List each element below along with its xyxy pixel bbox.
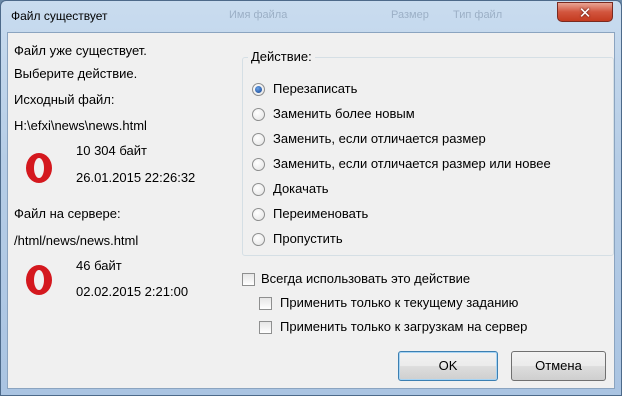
action-option-label[interactable]: Пропустить (273, 231, 343, 246)
cancel-button[interactable]: Отмена (511, 351, 606, 381)
current-task-label[interactable]: Применить только к текущему заданию (280, 295, 518, 310)
current-task-checkbox[interactable] (259, 297, 272, 310)
ok-button[interactable]: OK (398, 351, 498, 381)
server-size: 46 байт (76, 258, 122, 273)
opera-icon (26, 265, 52, 295)
action-option-label[interactable]: Заменить, если отличается размер или нов… (273, 156, 551, 171)
background-column-type: Тип файл (453, 9, 503, 21)
window-title: Файл существует (11, 9, 108, 23)
message-line-1: Файл уже существует. (14, 43, 147, 58)
radio-button[interactable] (252, 83, 265, 96)
background-column-name: Имя файла (229, 9, 288, 21)
radio-button[interactable] (252, 233, 265, 246)
opera-icon (26, 153, 52, 183)
radio-button[interactable] (252, 108, 265, 121)
dialog-client: Файл уже существует. Выберите действие. … (7, 32, 615, 389)
background-column-size: Размер (391, 9, 429, 21)
uploads-label[interactable]: Применить только к загрузкам на сервер (280, 319, 527, 334)
action-option-label[interactable]: Заменить более новым (273, 106, 415, 121)
source-heading: Исходный файл: (14, 92, 115, 107)
action-group-title: Действие: (248, 49, 315, 64)
source-date: 26.01.2015 22:26:32 (76, 170, 196, 185)
close-button[interactable]: ✕ (557, 2, 613, 22)
server-path: /html/news/news.html (14, 233, 139, 248)
close-icon: ✕ (578, 4, 592, 22)
radio-button[interactable] (252, 158, 265, 171)
title-bar[interactable]: Файл существует Имя файла Размер Тип фай… (1, 1, 621, 31)
radio-button[interactable] (252, 133, 265, 146)
action-option-label[interactable]: Докачать (273, 181, 329, 196)
always-use-label[interactable]: Всегда использовать это действие (261, 271, 470, 286)
action-option-label[interactable]: Переименовать (273, 206, 368, 221)
action-option-label[interactable]: Перезаписать (273, 81, 357, 96)
radio-button[interactable] (252, 183, 265, 196)
message-line-2: Выберите действие. (14, 66, 138, 81)
source-size: 10 304 байт (76, 143, 147, 158)
action-option-label[interactable]: Заменить, если отличается размер (273, 131, 486, 146)
server-heading: Файл на сервере: (14, 206, 121, 221)
uploads-checkbox[interactable] (259, 321, 272, 334)
source-path: H:\efxi\news\news.html (14, 118, 147, 133)
radio-button[interactable] (252, 208, 265, 221)
dialog-window: Файл существует Имя файла Размер Тип фай… (0, 0, 622, 396)
always-use-checkbox[interactable] (242, 273, 255, 286)
server-date: 02.02.2015 2:21:00 (76, 284, 189, 299)
